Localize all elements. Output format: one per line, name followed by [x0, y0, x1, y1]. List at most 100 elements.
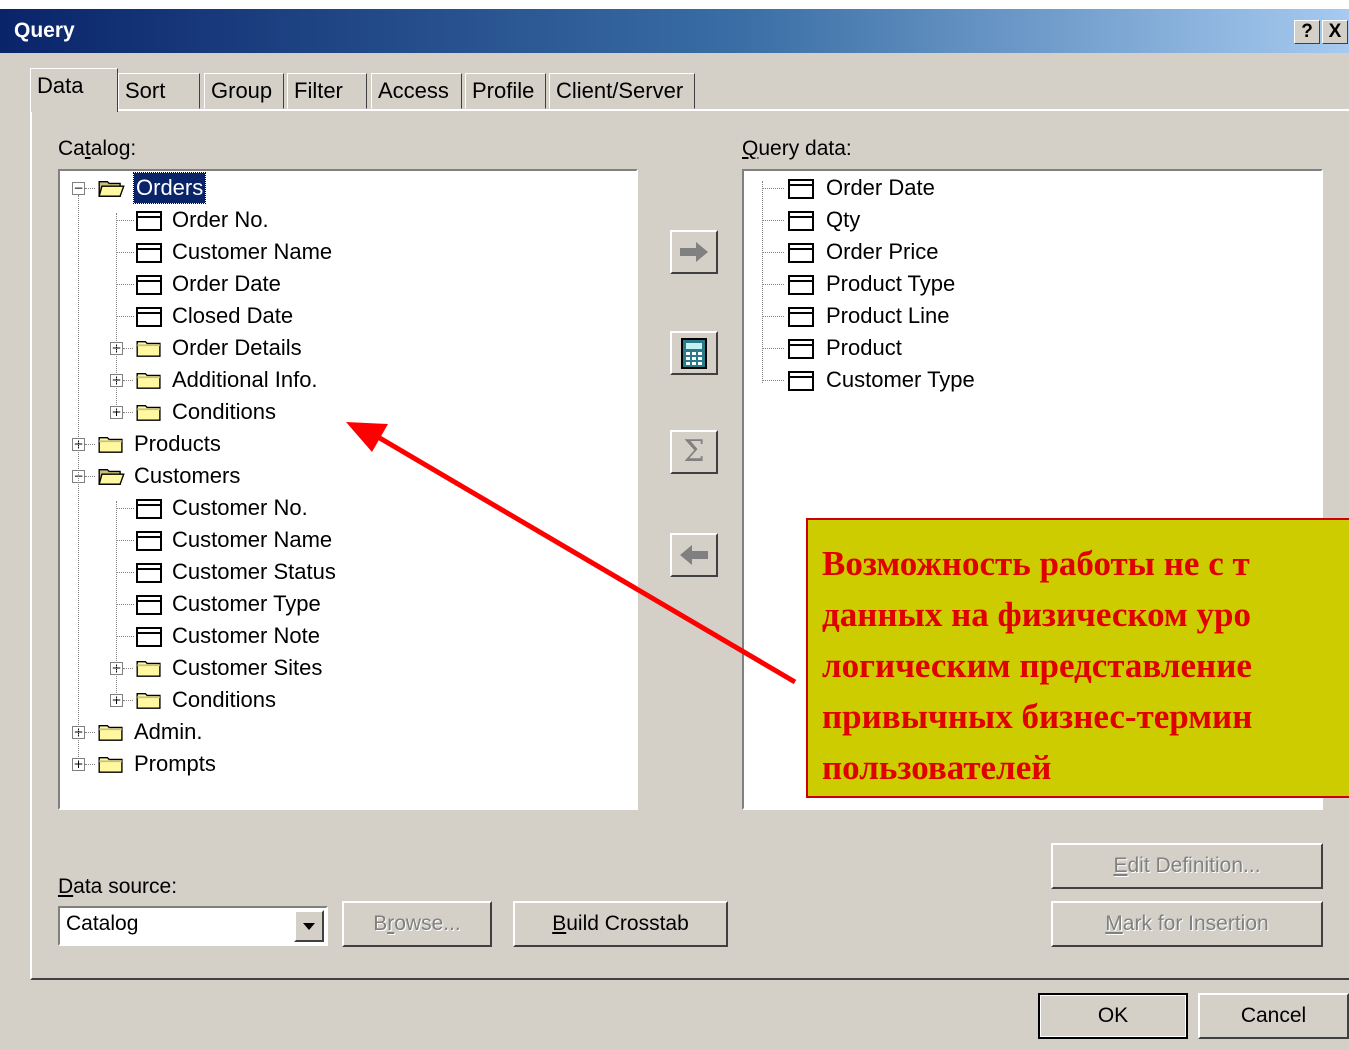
catalog-item-label: Prompts	[134, 751, 216, 776]
catalog-item[interactable]: Customer Name	[60, 237, 630, 267]
catalog-item[interactable]: Customer Type	[60, 589, 630, 619]
arrow-right-icon	[680, 242, 708, 262]
field-icon	[136, 563, 162, 583]
catalog-item[interactable]: Customer No.	[60, 493, 630, 523]
catalog-item-label: Customer Type	[172, 591, 321, 616]
folder-icon	[136, 692, 161, 709]
field-icon	[136, 531, 162, 551]
folder-icon	[136, 660, 161, 677]
query-data-item[interactable]: Order Price	[744, 237, 1314, 267]
browse-button[interactable]: Browse...	[342, 901, 492, 947]
edit-definition-button[interactable]: Edit Definition...	[1051, 843, 1323, 889]
help-button[interactable]: ?	[1294, 20, 1320, 44]
catalog-item-label: Order Details	[172, 335, 302, 360]
query-data-item-label: Product	[826, 335, 902, 360]
tree-connector	[116, 252, 134, 253]
tree-connector	[85, 444, 95, 445]
tab-profile[interactable]: Profile	[465, 73, 546, 109]
query-data-item[interactable]: Product Type	[744, 269, 1314, 299]
folder-open-icon	[98, 180, 125, 197]
catalog-item[interactable]: + Conditions	[60, 397, 630, 427]
tree-connector	[116, 220, 134, 221]
close-button[interactable]: X	[1322, 20, 1348, 44]
catalog-item[interactable]: + Additional Info.	[60, 365, 630, 395]
catalog-item-label: Closed Date	[172, 303, 294, 328]
tab-client-server[interactable]: Client/Server	[549, 73, 695, 109]
folder-icon	[136, 372, 161, 389]
catalog-item[interactable]: + Products	[60, 429, 630, 459]
field-icon	[136, 595, 162, 615]
title-bar: Query ? X	[0, 9, 1349, 53]
query-data-item[interactable]: Product	[744, 333, 1314, 363]
tree-connector	[123, 380, 133, 381]
aggregate-button[interactable]: Σ	[670, 430, 718, 474]
tab-group[interactable]: Group	[204, 73, 284, 109]
field-icon	[136, 307, 162, 327]
data-source-value: Catalog	[66, 912, 139, 935]
tab-data[interactable]: Data	[30, 68, 118, 112]
tree-connector	[85, 732, 95, 733]
catalog-item[interactable]: + Prompts	[60, 749, 630, 779]
field-icon	[136, 275, 162, 295]
add-arrow-button[interactable]	[670, 230, 718, 274]
catalog-item[interactable]: Customer Note	[60, 621, 630, 651]
field-icon	[788, 371, 814, 391]
query-data-item[interactable]: Order Date	[744, 173, 1314, 203]
field-icon	[136, 499, 162, 519]
tab-access[interactable]: Access	[371, 73, 462, 109]
catalog-item[interactable]: Customer Name	[60, 525, 630, 555]
query-data-item[interactable]: Product Line	[744, 301, 1314, 331]
tree-connector	[762, 316, 784, 317]
catalog-tree[interactable]: − Orders Order No. Customer Name Order Date C…	[58, 169, 638, 810]
tree-connector	[85, 476, 95, 477]
catalog-item-label: Admin.	[134, 719, 203, 744]
catalog-item[interactable]: − Customers	[60, 461, 630, 491]
query-data-item[interactable]: Customer Type	[744, 365, 1314, 395]
catalog-item[interactable]: + Conditions	[60, 685, 630, 715]
catalog-item-label: Customers	[134, 463, 241, 488]
catalog-item[interactable]: Order Date	[60, 269, 630, 299]
catalog-item-label: Orders	[132, 172, 207, 204]
catalog-item[interactable]: + Customer Sites	[60, 653, 630, 683]
data-source-label: Data source:	[58, 875, 178, 898]
tab-sort[interactable]: Sort	[118, 73, 200, 109]
tree-connector	[116, 572, 134, 573]
field-icon	[788, 179, 814, 199]
remove-arrow-button[interactable]	[670, 533, 718, 577]
catalog-item[interactable]: Customer Status	[60, 557, 630, 587]
catalog-item[interactable]: − Orders	[60, 172, 630, 204]
tree-connector	[762, 380, 784, 381]
catalog-item-label: Order No.	[172, 207, 269, 232]
catalog-item[interactable]: Closed Date	[60, 301, 630, 331]
field-icon	[136, 243, 162, 263]
catalog-item[interactable]: Order No.	[60, 205, 630, 235]
calculator-icon	[681, 338, 707, 369]
build-crosstab-button[interactable]: Build Crosstab	[513, 901, 728, 947]
folder-icon	[98, 436, 123, 453]
collapse-icon[interactable]: −	[72, 182, 85, 195]
query-data-item[interactable]: Qty	[744, 205, 1314, 235]
tree-connector	[762, 220, 784, 221]
field-icon	[136, 211, 162, 231]
tab-filter[interactable]: Filter	[287, 73, 367, 109]
dropdown-button[interactable]	[294, 910, 324, 942]
field-icon	[788, 275, 814, 295]
catalog-item[interactable]: + Admin.	[60, 717, 630, 747]
query-data-item-label: Product Type	[826, 271, 956, 296]
tree-connector	[116, 213, 117, 411]
field-icon	[788, 211, 814, 231]
catalog-item[interactable]: + Order Details	[60, 333, 630, 363]
folder-icon	[136, 404, 161, 421]
calculation-button[interactable]	[670, 331, 718, 375]
data-source-select[interactable]: Catalog	[58, 906, 328, 946]
catalog-label: Catalog:	[58, 137, 137, 160]
catalog-item-label: Customer No.	[172, 495, 308, 520]
field-icon	[788, 243, 814, 263]
tree-connector	[762, 188, 784, 189]
cancel-button[interactable]: Cancel	[1198, 993, 1349, 1039]
arrow-left-icon	[680, 545, 708, 565]
mark-for-insertion-button[interactable]: Mark for Insertion	[1051, 901, 1323, 947]
query-data-item-label: Product Line	[826, 303, 950, 328]
catalog-item-label: Products	[134, 431, 221, 456]
ok-button[interactable]: OK	[1038, 993, 1188, 1039]
